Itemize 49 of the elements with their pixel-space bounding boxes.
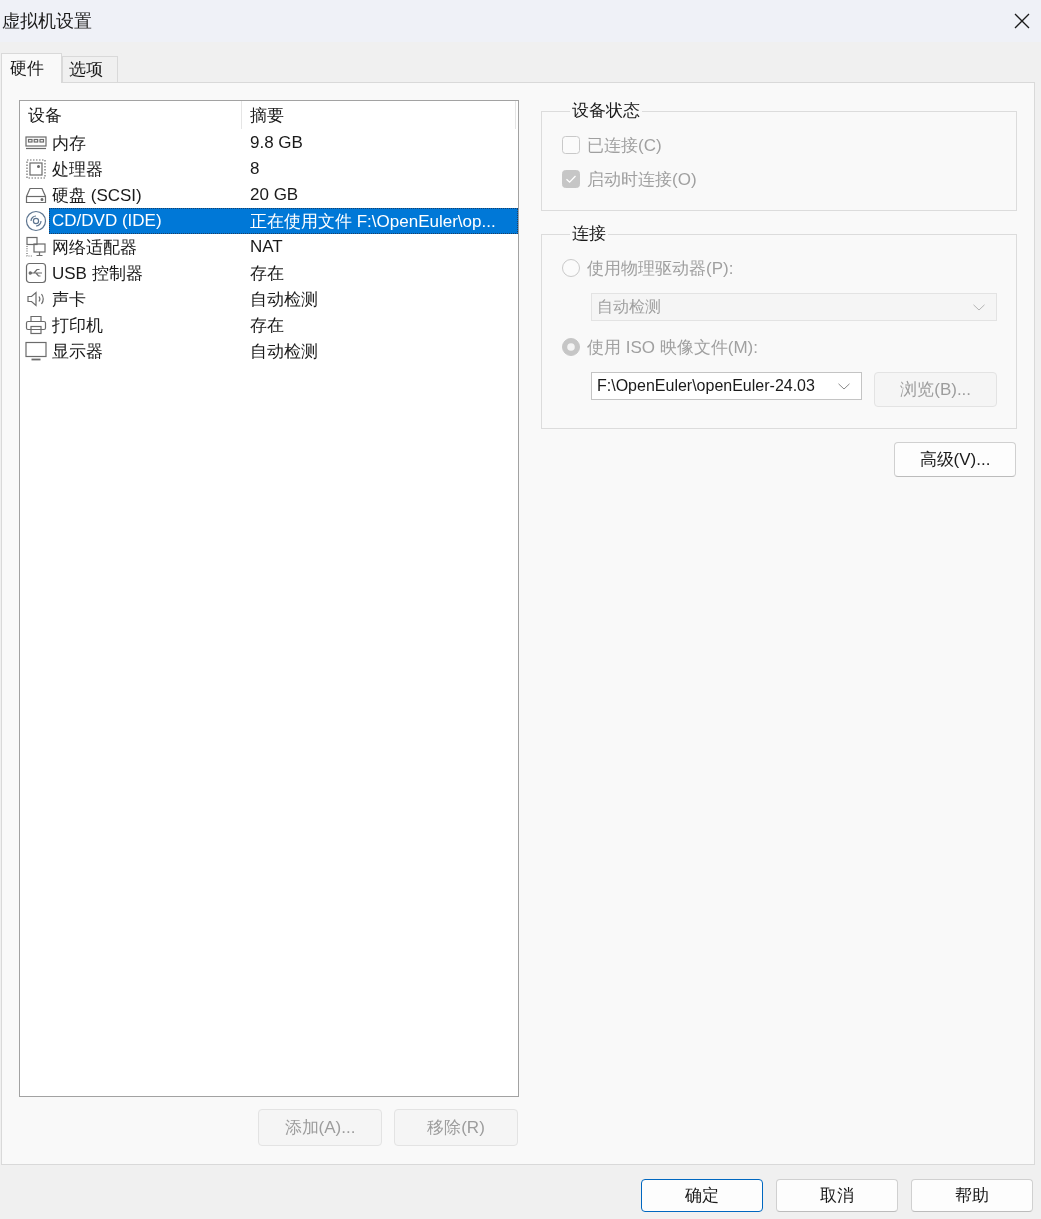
close-icon (1014, 13, 1030, 29)
chevron-down-icon (838, 382, 851, 390)
window-title: 虚拟机设置 (2, 10, 92, 33)
device-summary: 正在使用文件 F:\OpenEuler\op... (249, 210, 497, 233)
device-summary: 9.8 GB (249, 133, 304, 153)
device-name: 处理器 (51, 158, 104, 181)
device-row[interactable]: USB 控制器 存在 (49, 260, 518, 286)
device-name: 内存 (51, 132, 87, 155)
group-title: 设备状态 (571, 101, 641, 121)
disc-icon (25, 210, 47, 232)
device-summary: 自动检测 (249, 340, 319, 363)
speaker-icon (25, 288, 47, 310)
chevron-down-icon (973, 303, 985, 311)
dialog-button[interactable]: 取消 (776, 1179, 898, 1212)
device-row[interactable]: 显示器 自动检测 (49, 338, 518, 364)
tab[interactable]: 硬件 (1, 53, 62, 83)
device-name: 声卡 (51, 288, 87, 311)
device-summary: NAT (249, 237, 284, 257)
device-summary: 存在 (249, 262, 285, 285)
usb-icon (25, 262, 47, 284)
device-name: USB 控制器 (51, 262, 144, 285)
device-summary: 存在 (249, 314, 285, 337)
dialog-button[interactable]: 帮助 (911, 1179, 1033, 1212)
device-name: CD/DVD (IDE) (51, 211, 163, 231)
advanced-button[interactable]: 高级(V)... (894, 442, 1016, 477)
tab[interactable]: 选项 (62, 56, 118, 82)
printer-icon (25, 314, 47, 336)
device-name: 打印机 (51, 314, 104, 337)
device-row[interactable]: 打印机 存在 (49, 312, 518, 338)
device-row[interactable]: 硬盘 (SCSI) 20 GB (49, 182, 518, 208)
device-name: 硬盘 (SCSI) (51, 184, 143, 207)
device-summary: 自动检测 (249, 288, 319, 311)
chip-icon (25, 158, 47, 180)
device-name: 显示器 (51, 340, 104, 363)
device-row[interactable]: 网络适配器 NAT (49, 234, 518, 260)
column-header: 摘要 (242, 101, 516, 129)
device-row[interactable]: 内存 9.8 GB (49, 130, 518, 156)
device-summary: 8 (249, 159, 261, 179)
device-row[interactable]: CD/DVD (IDE) 正在使用文件 F:\OpenEuler\op... (49, 208, 518, 234)
device-name: 网络适配器 (51, 236, 138, 259)
device-summary: 20 GB (249, 185, 300, 205)
monitor-icon (25, 340, 47, 362)
device-row[interactable]: 声卡 自动检测 (49, 286, 518, 312)
network-icon (25, 236, 47, 258)
close-button[interactable] (1014, 13, 1030, 29)
dialog-button[interactable]: 确定 (641, 1179, 763, 1212)
column-header: 设备 (20, 101, 242, 129)
group-title: 连接 (571, 224, 607, 244)
device-row[interactable]: 处理器 8 (49, 156, 518, 182)
